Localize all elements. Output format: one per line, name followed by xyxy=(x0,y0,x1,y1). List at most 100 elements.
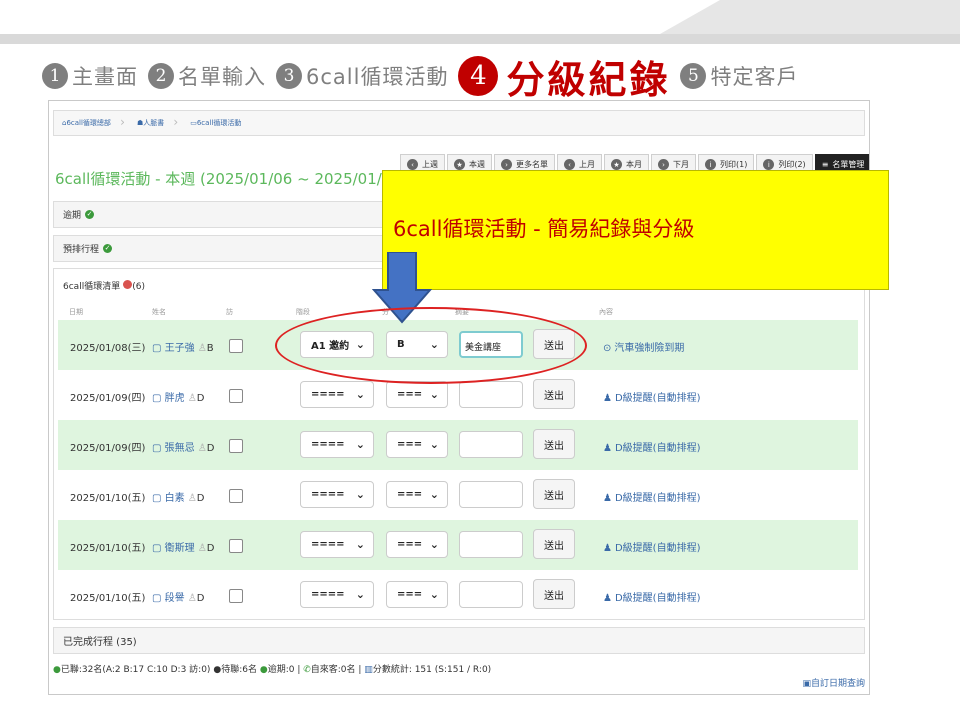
contact-grade: D xyxy=(196,393,205,404)
grade-select[interactable]: === ⌄ xyxy=(386,481,448,508)
bar-chart-icon: ▥ xyxy=(364,665,373,675)
panel-title: 預排行程 xyxy=(63,245,100,255)
grade-select[interactable]: === ⌄ xyxy=(386,431,448,458)
visit-checkbox[interactable] xyxy=(229,439,243,453)
contact-link[interactable]: ▢ 衛斯理 ♙D xyxy=(152,539,215,554)
bell-icon: ♟ xyxy=(603,543,612,554)
chevron-down-icon: ⌄ xyxy=(355,488,365,501)
step-label: 分級紀錄 xyxy=(506,57,671,102)
stage-select[interactable]: ==== ⌄ xyxy=(300,431,374,458)
stage-select[interactable]: ==== ⌄ xyxy=(300,531,374,558)
phone-icon: ✆ xyxy=(303,665,311,675)
contact-link[interactable]: ▢ 段譽 ♙D xyxy=(152,589,205,604)
list-icon: ≡ xyxy=(821,160,829,169)
stat-contacted: 已聯:32名(A:2 B:17 C:10 D:3 訪:0) xyxy=(60,665,211,675)
step-navigation: 1 主畫面 2 名單輸入 3 6call循環活動 4 分級紀錄 5 特定客戶 xyxy=(42,46,808,106)
content-link[interactable]: ♟ D級提醒(自動排程) xyxy=(603,489,700,504)
stats-bar: ●已聯:32名(A:2 B:17 C:10 D:3 訪:0) ●待聯:6名 ●逾… xyxy=(53,665,492,675)
visit-checkbox[interactable] xyxy=(229,389,243,403)
grade-select[interactable]: === ⌄ xyxy=(386,581,448,608)
contact-name: 張無忌 xyxy=(164,443,195,454)
callout-text: 6call循環活動 - 簡易紀錄與分級 xyxy=(393,217,695,241)
callout-box: 6call循環活動 - 簡易紀錄與分級 xyxy=(382,170,889,290)
select-value: === xyxy=(397,589,423,600)
highlight-ellipse xyxy=(275,307,587,384)
content-link[interactable]: ♟ D級提醒(自動排程) xyxy=(603,439,700,454)
content-link[interactable]: ♟ D級提醒(自動排程) xyxy=(603,389,700,404)
chevron-left-icon: ‹ xyxy=(564,159,575,170)
contact-icon: ▢ xyxy=(152,393,165,404)
visit-checkbox[interactable] xyxy=(229,339,243,353)
step-label: 主畫面 xyxy=(72,65,138,89)
button-label: 下月 xyxy=(673,160,689,169)
summary-input[interactable] xyxy=(459,431,523,458)
contact-name: 衛斯理 xyxy=(164,543,195,554)
visit-checkbox[interactable] xyxy=(229,489,243,503)
row-date: 2025/01/08(三) xyxy=(70,343,146,354)
stage-select[interactable]: ==== ⌄ xyxy=(300,381,374,408)
send-button[interactable]: 送出 xyxy=(533,479,575,509)
check-icon: ✓ xyxy=(103,244,113,253)
custom-date-link[interactable]: ▣自訂日期查詢 xyxy=(802,676,865,689)
send-button[interactable]: 送出 xyxy=(533,579,575,609)
select-value: ==== xyxy=(311,439,345,450)
breadcrumb-contacts[interactable]: ☗人脈書 xyxy=(129,115,182,129)
bell-icon: ♟ xyxy=(603,493,612,504)
summary-input[interactable] xyxy=(459,481,523,508)
bell-icon: ♟ xyxy=(603,593,612,604)
button-label: 更多名單 xyxy=(516,160,548,169)
contact-link[interactable]: ▢ 王子強 ♙B xyxy=(152,339,214,354)
chevron-down-icon: ⌄ xyxy=(355,538,365,551)
contact-icon: ▢ xyxy=(152,493,165,504)
contact-icon: ▢ xyxy=(152,443,165,454)
contact-grade: D xyxy=(196,493,205,504)
stat-score: 分數統計: 151 (S:151 / R:0) xyxy=(372,665,492,675)
row-date: 2025/01/10(五) xyxy=(70,593,146,604)
summary-input[interactable] xyxy=(459,531,523,558)
contact-name: 胖虎 xyxy=(164,393,185,404)
chevron-down-icon: ⌄ xyxy=(429,538,439,551)
breadcrumb-home[interactable]: ⌂6call循環總部 xyxy=(54,115,129,129)
contact-link[interactable]: ▢ 白素 ♙D xyxy=(152,489,205,504)
contact-link[interactable]: ▢ 張無忌 ♙D xyxy=(152,439,215,454)
header-band-corner xyxy=(660,0,960,34)
col-content: 內容 xyxy=(599,308,613,316)
stage-select[interactable]: ==== ⌄ xyxy=(300,481,374,508)
visit-checkbox[interactable] xyxy=(229,589,243,603)
step-label: 6call循環活動 xyxy=(306,65,449,89)
contact-grade: D xyxy=(196,593,205,604)
send-button[interactable]: 送出 xyxy=(533,429,575,459)
contact-link[interactable]: ▢ 胖虎 ♙D xyxy=(152,389,205,404)
select-value: === xyxy=(397,489,423,500)
grade-select[interactable]: === ⌄ xyxy=(386,381,448,408)
col-name: 姓名 xyxy=(152,308,166,316)
grade-select[interactable]: === ⌄ xyxy=(386,531,448,558)
chevron-right-icon: › xyxy=(501,159,512,170)
person-icon: ♙ xyxy=(197,543,207,554)
stage-select[interactable]: ==== ⌄ xyxy=(300,581,374,608)
list-count: (6) xyxy=(132,282,145,292)
breadcrumb-current[interactable]: ▭6call循環活動 xyxy=(182,118,259,128)
send-button[interactable]: 送出 xyxy=(533,529,575,559)
step-label: 名單輸入 xyxy=(178,65,266,89)
alert-icon xyxy=(123,280,133,289)
person-icon: ♙ xyxy=(197,343,207,354)
summary-input[interactable] xyxy=(459,381,523,408)
table-row: 2025/01/10(五) ▢ 白素 ♙D ==== ⌄ === ⌄ 送出 ♟ D級提醒(自動排… xyxy=(58,470,858,520)
content-link[interactable]: ♟ D級提醒(自動排程) xyxy=(603,539,700,554)
check-icon: ✓ xyxy=(85,210,95,219)
content-link[interactable]: ♟ D級提醒(自動排程) xyxy=(603,589,700,604)
row-date: 2025/01/09(四) xyxy=(70,443,146,454)
row-date: 2025/01/10(五) xyxy=(70,543,146,554)
content-link[interactable]: ⊙ 汽車強制險到期 xyxy=(603,339,684,354)
summary-input[interactable] xyxy=(459,581,523,608)
contact-icon: ▢ xyxy=(152,543,165,554)
panel-title: 逾期 xyxy=(63,211,82,221)
visit-checkbox[interactable] xyxy=(229,539,243,553)
bell-icon: ⊙ xyxy=(603,343,612,354)
send-button[interactable]: 送出 xyxy=(533,379,575,409)
contact-grade: D xyxy=(206,443,215,454)
select-value: ==== xyxy=(311,589,345,600)
star-icon: ★ xyxy=(454,159,465,170)
completed-panel[interactable]: 已完成行程 (35) xyxy=(53,627,865,654)
